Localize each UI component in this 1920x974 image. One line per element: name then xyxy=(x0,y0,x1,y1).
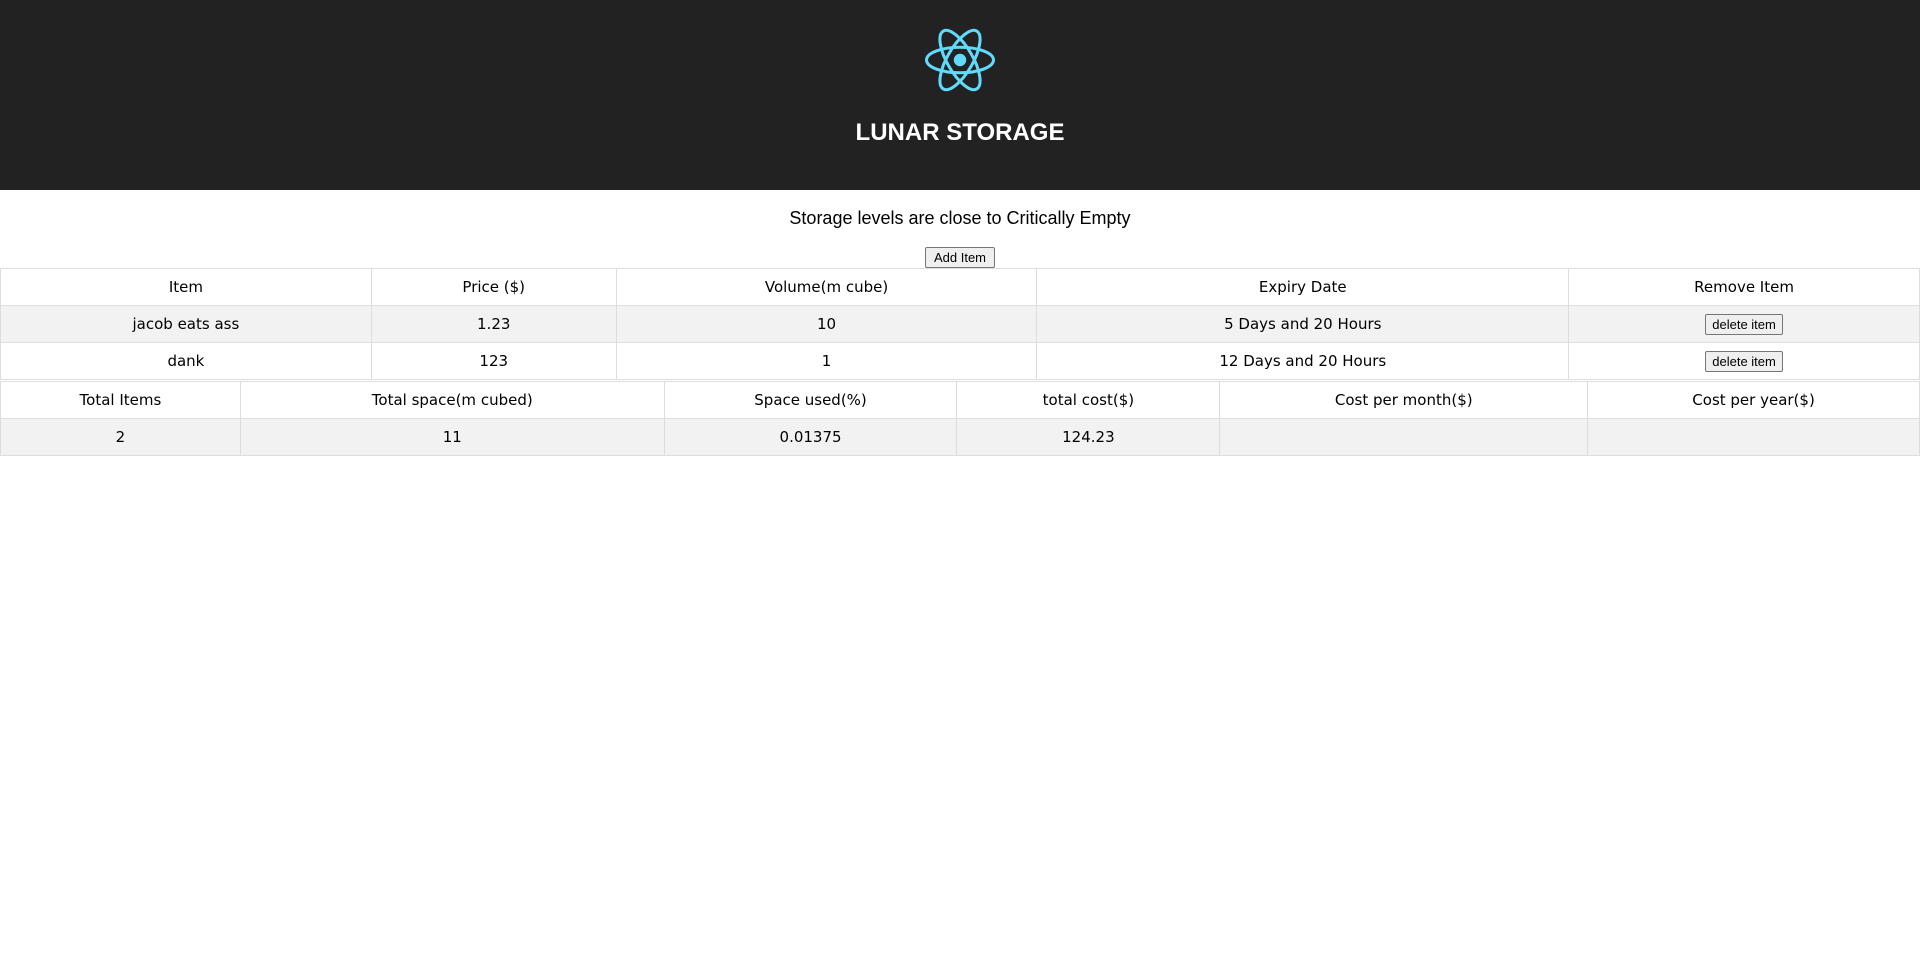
cost-per-year-cell xyxy=(1587,418,1920,456)
items-table-header-row: Item Price ($) Volume(m cube) Expiry Dat… xyxy=(0,268,1920,306)
column-header-remove: Remove Item xyxy=(1568,268,1920,306)
table-row: 2 11 0.01375 124.23 xyxy=(0,418,1920,456)
total-cost-cell: 124.23 xyxy=(956,418,1221,456)
item-expiry-cell: 5 Days and 20 Hours xyxy=(1036,305,1570,343)
item-name-cell: jacob eats ass xyxy=(0,305,372,343)
summary-table-header-row: Total Items Total space(m cubed) Space u… xyxy=(0,381,1920,419)
column-header-total-space: Total space(m cubed) xyxy=(239,381,665,419)
add-item-button[interactable]: Add Item xyxy=(925,247,995,268)
column-header-expiry: Expiry Date xyxy=(1036,268,1570,306)
space-used-cell: 0.01375 xyxy=(663,418,958,456)
storage-status-message: Storage levels are close to Critically E… xyxy=(789,208,1131,228)
column-header-cost-per-year: Cost per year($) xyxy=(1587,381,1920,419)
remove-cell: delete item xyxy=(1568,342,1920,380)
item-name-cell: dank xyxy=(0,342,372,380)
column-header-space-used: Space used(%) xyxy=(663,381,958,419)
column-header-cost-per-month: Cost per month($) xyxy=(1219,381,1589,419)
app-header: LUNAR STORAGE xyxy=(0,0,1920,190)
item-volume-cell: 10 xyxy=(615,305,1038,343)
item-price-cell: 1.23 xyxy=(370,305,617,343)
column-header-price: Price ($) xyxy=(370,268,617,306)
delete-item-button[interactable]: delete item xyxy=(1705,350,1783,372)
item-price-cell: 123 xyxy=(370,342,617,380)
delete-item-button[interactable]: delete item xyxy=(1705,313,1783,335)
cost-per-month-cell xyxy=(1219,418,1589,456)
column-header-item: Item xyxy=(0,268,372,306)
item-expiry-cell: 12 Days and 20 Hours xyxy=(1036,342,1570,380)
column-header-volume: Volume(m cube) xyxy=(615,268,1038,306)
items-table: Item Price ($) Volume(m cube) Expiry Dat… xyxy=(0,268,1920,380)
total-items-cell: 2 xyxy=(0,418,241,456)
column-header-total-cost: total cost($) xyxy=(956,381,1221,419)
summary-table: Total Items Total space(m cubed) Space u… xyxy=(0,381,1920,456)
remove-cell: delete item xyxy=(1568,305,1920,343)
table-row: dank 123 1 12 Days and 20 Hours delete i… xyxy=(0,342,1920,380)
table-row: jacob eats ass 1.23 10 5 Days and 20 Hou… xyxy=(0,305,1920,343)
total-space-cell: 11 xyxy=(239,418,665,456)
item-volume-cell: 1 xyxy=(615,342,1038,380)
column-header-total-items: Total Items xyxy=(0,381,241,419)
app-title: LUNAR STORAGE xyxy=(855,119,1065,146)
react-atom-icon xyxy=(925,28,995,92)
